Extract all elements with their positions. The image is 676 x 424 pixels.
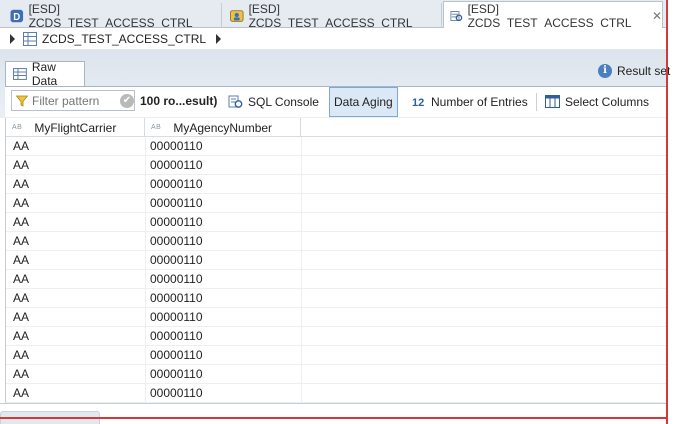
table-row[interactable]: AA 00000110 — [6, 365, 668, 384]
cell-agency-number[interactable]: 00000110 — [150, 194, 203, 213]
result-set-label: Result set — [617, 64, 671, 78]
number-of-entries-button[interactable]: 12 Number of Entries — [407, 89, 532, 114]
expand-arrow-icon[interactable] — [10, 33, 15, 44]
cell-agency-number[interactable]: 00000110 — [150, 327, 203, 346]
cell-agency-number[interactable]: 00000110 — [150, 232, 203, 251]
cell-agency-number[interactable]: 00000110 — [150, 251, 203, 270]
table-row[interactable]: AA 00000110 — [6, 137, 668, 156]
result-set-info[interactable]: i Result set — [598, 64, 670, 78]
table-row[interactable]: AA 00000110 — [6, 194, 668, 213]
chevron-right-icon[interactable] — [216, 33, 222, 44]
cell-flight-carrier[interactable]: AA — [13, 175, 29, 194]
editor-tab-bar: D [ESD] ZCDS_TEST_ACCESS_CTRL [ESD] ZCDS… — [0, 0, 668, 30]
breadcrumb: ZCDS_TEST_ACCESS_CTRL — [0, 28, 668, 50]
text-type-icon: AB — [151, 124, 162, 131]
cell-agency-number[interactable]: 00000110 — [150, 137, 203, 156]
tab-label: [ESD] ZCDS_TEST_ACCESS_CTRL — [248, 1, 413, 30]
tab-ddl-source[interactable]: D [ESD] ZCDS_TEST_ACCESS_CTRL — [4, 1, 222, 30]
data-aging-label: Data Aging — [334, 95, 393, 109]
grid-icon — [13, 68, 27, 80]
cell-flight-carrier[interactable]: AA — [13, 308, 29, 327]
sql-console-button[interactable]: SQL Console — [224, 89, 323, 114]
cell-agency-number[interactable]: 00000110 — [150, 175, 203, 194]
tab-label: [ESD] ZCDS_TEST_ACCESS_CTRL — [467, 1, 632, 30]
raw-data-label: Raw Data — [31, 60, 58, 88]
select-columns-button[interactable]: Select Columns — [541, 89, 653, 114]
sql-console-icon — [228, 95, 243, 108]
column-header-label: MyAgencyNumber — [173, 120, 273, 135]
table-row[interactable]: AA 00000110 — [6, 270, 668, 289]
cell-flight-carrier[interactable]: AA — [13, 327, 29, 346]
cell-agency-number[interactable]: 00000110 — [150, 156, 203, 175]
cell-flight-carrier[interactable]: AA — [13, 384, 29, 403]
table-row[interactable]: AA 00000110 — [6, 213, 668, 232]
frame-border — [666, 0, 668, 424]
data-grid[interactable]: AB MyFlightCarrier AB MyAgencyNumber AA 0… — [5, 118, 668, 403]
tab-raw-data[interactable]: Raw Data — [5, 60, 85, 88]
table-row[interactable]: AA 00000110 — [6, 346, 668, 365]
access-control-icon — [230, 9, 244, 22]
tab-label: [ESD] ZCDS_TEST_ACCESS_CTRL — [28, 1, 193, 30]
table-row[interactable]: AA 00000110 — [6, 289, 668, 308]
table-row[interactable]: AA 00000110 — [6, 384, 668, 403]
select-columns-label: Select Columns — [565, 94, 650, 109]
cell-flight-carrier[interactable]: AA — [13, 289, 29, 308]
table-row[interactable]: AA 00000110 — [6, 251, 668, 270]
cell-agency-number[interactable]: 00000110 — [150, 213, 203, 232]
cell-agency-number[interactable]: 00000110 — [150, 270, 203, 289]
cell-agency-number[interactable]: 00000110 — [150, 346, 203, 365]
cell-flight-carrier[interactable]: AA — [13, 213, 29, 232]
svg-text:D: D — [13, 11, 20, 22]
tab-access-control[interactable]: [ESD] ZCDS_TEST_ACCESS_CTRL — [224, 1, 442, 30]
toolbar-divider — [536, 93, 537, 111]
svg-text:12: 12 — [412, 97, 424, 109]
table-row[interactable]: AA 00000110 — [6, 175, 668, 194]
cell-flight-carrier[interactable]: AA — [13, 194, 29, 213]
table-row[interactable]: AA 00000110 — [6, 308, 668, 327]
table-icon — [23, 31, 37, 46]
info-icon: i — [598, 64, 612, 78]
cell-flight-carrier[interactable]: AA — [13, 270, 29, 289]
row-count-label[interactable]: 100 ro...esult) — [140, 94, 217, 108]
cell-flight-carrier[interactable]: AA — [13, 232, 29, 251]
table-row[interactable]: AA 00000110 — [6, 156, 668, 175]
tab-data-preview[interactable]: [ESD] ZCDS_TEST_ACCESS_CTRL ✕ — [443, 1, 663, 30]
filter-input[interactable] — [32, 93, 118, 108]
cell-agency-number[interactable]: 00000110 — [150, 384, 203, 403]
data-preview-icon — [450, 10, 463, 21]
ddl-source-icon: D — [10, 9, 24, 22]
column-header-flight-carrier[interactable]: AB MyFlightCarrier — [6, 118, 145, 137]
data-aging-button[interactable]: Data Aging — [329, 87, 398, 117]
cell-flight-carrier[interactable]: AA — [13, 251, 29, 270]
close-icon[interactable]: ✕ — [652, 9, 662, 23]
cell-flight-carrier[interactable]: AA — [13, 346, 29, 365]
column-header-agency-number[interactable]: AB MyAgencyNumber — [145, 118, 301, 137]
column-header-label: MyFlightCarrier — [34, 120, 117, 135]
cell-agency-number[interactable]: 00000110 — [150, 308, 203, 327]
cell-flight-carrier[interactable]: AA — [13, 365, 29, 384]
number-of-entries-label: Number of Entries — [431, 94, 528, 109]
table-row[interactable]: AA 00000110 — [6, 327, 668, 346]
breadcrumb-label[interactable]: ZCDS_TEST_ACCESS_CTRL — [42, 32, 206, 46]
columns-icon — [545, 95, 560, 108]
grid-header: AB MyFlightCarrier AB MyAgencyNumber — [6, 118, 668, 137]
cell-agency-number[interactable]: 00000110 — [150, 365, 203, 384]
data-preview-toolbar: ✔ 100 ro...esult) SQL Console Data Aging… — [5, 86, 668, 117]
number-icon: 12 — [412, 97, 424, 109]
table-row[interactable]: AA 00000110 — [6, 232, 668, 251]
sql-console-label: SQL Console — [248, 94, 319, 109]
clear-filter-icon[interactable]: ✔ — [120, 93, 134, 108]
cell-agency-number[interactable]: 00000110 — [150, 289, 203, 308]
frame-border — [0, 417, 668, 419]
cell-flight-carrier[interactable]: AA — [13, 137, 29, 156]
bottom-bar — [0, 403, 668, 424]
text-type-icon: AB — [12, 124, 23, 131]
filter-funnel-icon — [16, 95, 28, 107]
cell-flight-carrier[interactable]: AA — [13, 156, 29, 175]
data-preview-panel: Raw Data i Result set ✔ 100 ro...esult) … — [0, 50, 670, 118]
filter-field[interactable]: ✔ — [11, 90, 135, 111]
